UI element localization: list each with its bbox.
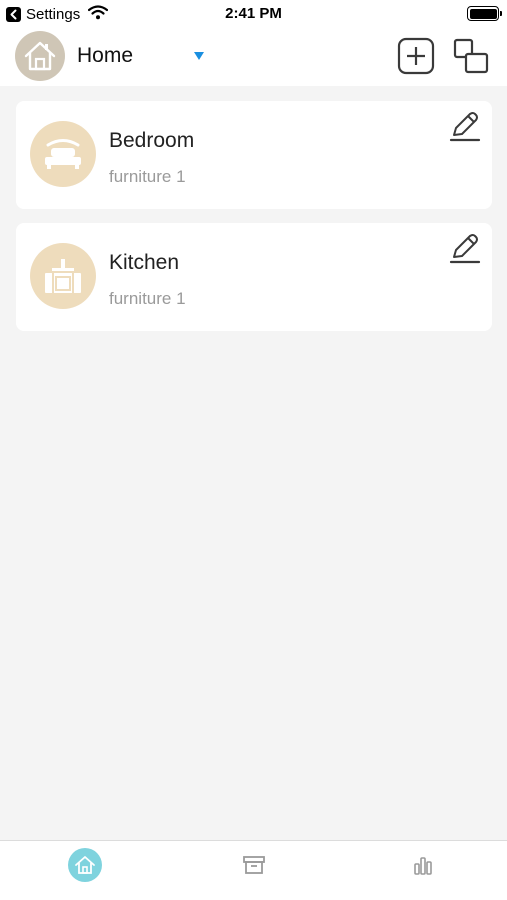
tab-archive[interactable] — [234, 845, 274, 885]
stats-tab-icon — [414, 857, 432, 875]
kitchen-icon — [30, 243, 96, 309]
edit-pencil-icon[interactable] — [448, 109, 482, 143]
header: Home — [0, 28, 507, 86]
house-icon — [24, 41, 56, 71]
room-furniture-count: furniture 1 — [109, 289, 186, 308]
archive-tab-icon — [243, 856, 265, 874]
add-room-button[interactable] — [397, 37, 435, 75]
bed-icon — [30, 121, 96, 187]
dropdown-triangle-icon[interactable] — [192, 50, 206, 62]
status-time: 2:41 PM — [225, 5, 282, 22]
status-bar: Settings 2:41 PM — [0, 0, 507, 28]
home-tab-icon — [68, 848, 102, 882]
tab-stats[interactable] — [403, 845, 443, 885]
battery-icon — [467, 6, 502, 21]
room-card-bedroom[interactable]: Bedroom furniture 1 — [16, 101, 492, 209]
room-card-kitchen[interactable]: Kitchen furniture 1 — [16, 223, 492, 331]
tab-bar — [0, 840, 507, 900]
home-avatar[interactable] — [15, 31, 65, 81]
room-name: Kitchen — [109, 251, 180, 274]
tab-home[interactable] — [65, 845, 105, 885]
home-selector-label[interactable]: Home — [77, 44, 133, 68]
switch-view-button[interactable] — [452, 37, 490, 75]
edit-pencil-icon[interactable] — [448, 231, 482, 265]
room-furniture-count: furniture 1 — [109, 167, 186, 186]
room-name: Bedroom — [109, 129, 195, 152]
